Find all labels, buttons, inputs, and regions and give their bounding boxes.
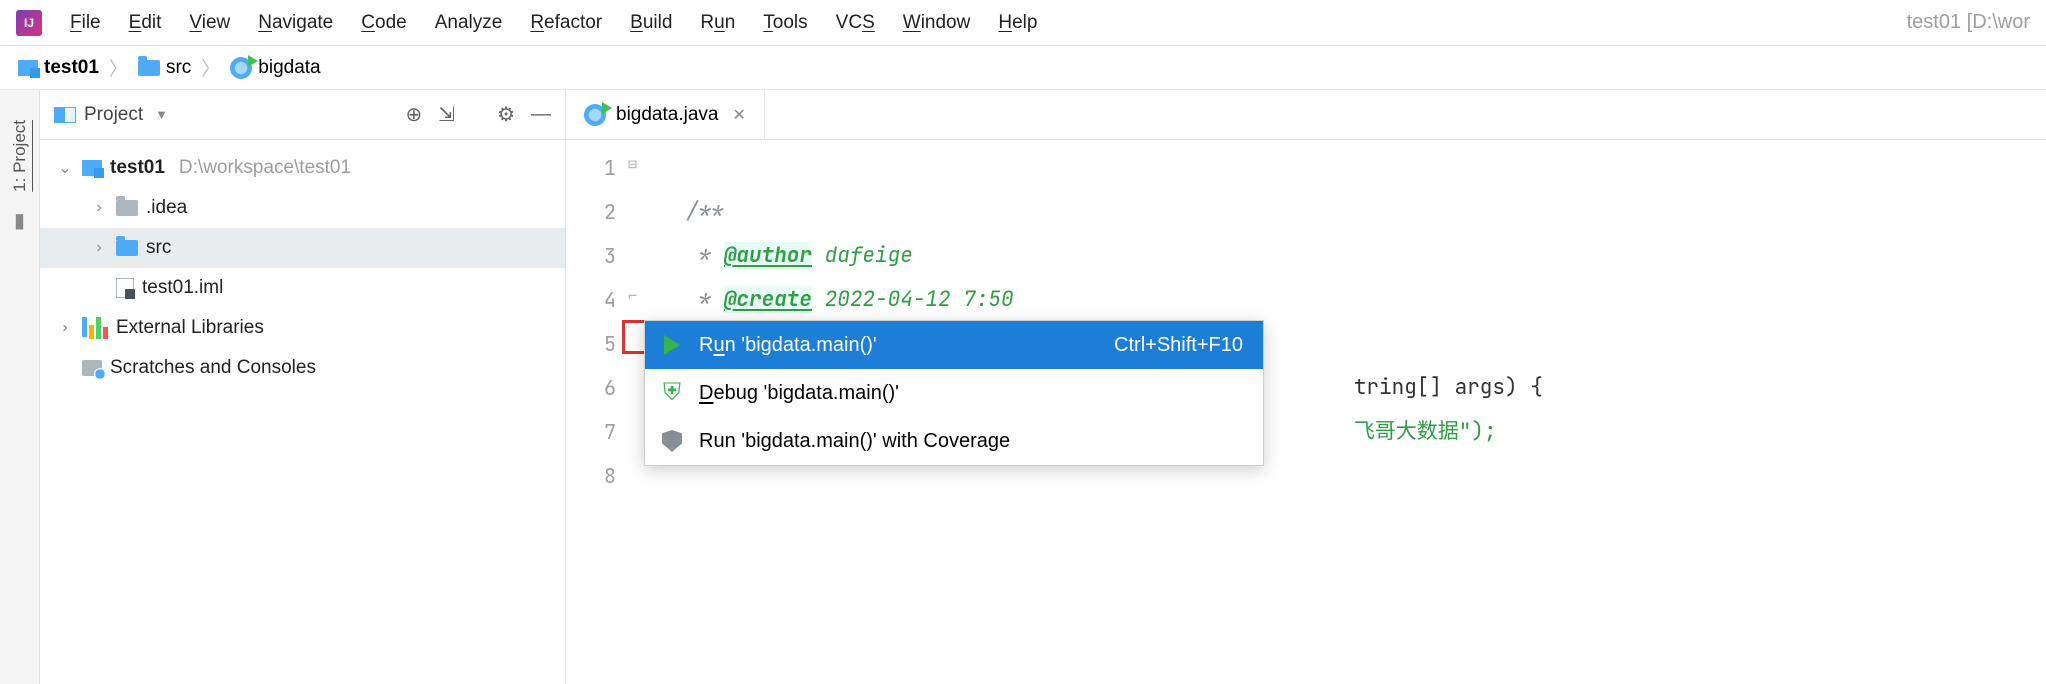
breadcrumb-separator: 〉	[109, 54, 128, 81]
editor-tabs: bigdata.java ✕	[566, 90, 2046, 140]
module-icon	[18, 60, 38, 76]
menu-refactor[interactable]: Refactor	[530, 12, 602, 34]
folder-icon: ▮	[14, 208, 25, 233]
javadoc-create-value: 2022-04-12 7:50	[812, 286, 1014, 313]
debug-icon: ⛨	[663, 379, 681, 407]
tree-node-external-libs[interactable]: › External Libraries	[40, 308, 565, 348]
breadcrumb: test01 〉 src 〉 bigdata	[0, 46, 2046, 90]
fold-toggle-icon[interactable]: ⊟	[628, 154, 637, 174]
project-view-selector[interactable]: Project ▼	[54, 104, 168, 126]
menu-analyze[interactable]: Analyze	[435, 12, 503, 34]
tree-node-idea[interactable]: › .idea	[40, 188, 565, 228]
menu-window[interactable]: Window	[903, 12, 971, 34]
chevron-down-icon: ⌄	[56, 158, 74, 178]
menu-build[interactable]: Build	[630, 12, 672, 34]
project-tree[interactable]: ⌄ test01 D:\workspace\test01 › .idea › s…	[40, 140, 565, 396]
menu-code[interactable]: Code	[361, 12, 406, 34]
settings-button[interactable]: ⚙	[497, 102, 515, 127]
menu-item-coverage[interactable]: Run 'bigdata.main()' with Coverage	[645, 417, 1263, 465]
menu-bar: IJ File Edit View Navigate Code Analyze …	[0, 0, 2046, 46]
breadcrumb-class[interactable]: bigdata	[230, 57, 320, 79]
menu-vcs[interactable]: VCS	[836, 12, 875, 34]
folder-icon	[138, 60, 160, 76]
chevron-right-icon: ›	[90, 239, 108, 257]
breadcrumb-src[interactable]: src	[138, 57, 191, 79]
menu-view[interactable]: View	[189, 12, 230, 34]
menu-run[interactable]: Run	[700, 12, 735, 34]
tree-node-project-root[interactable]: ⌄ test01 D:\workspace\test01	[40, 148, 565, 188]
keyboard-shortcut: Ctrl+Shift+F10	[1114, 334, 1243, 357]
code-text: /**	[686, 198, 724, 225]
hide-button[interactable]: —	[531, 103, 551, 126]
code-text: *	[686, 286, 724, 313]
external-libraries-icon	[82, 317, 108, 339]
close-tab-button[interactable]: ✕	[732, 105, 745, 125]
menu-edit[interactable]: Edit	[129, 12, 162, 34]
collapse-all-button[interactable]: ⇲	[438, 102, 455, 127]
project-tool-window: Project ▼ ⊕ ⇲ ⚙ — ⌄ test01 D:\workspace\…	[40, 90, 566, 684]
javadoc-create-tag: @create	[724, 286, 812, 313]
locate-button[interactable]: ⊕	[406, 102, 423, 127]
chevron-right-icon: ›	[90, 199, 108, 217]
module-icon	[82, 160, 102, 176]
code-text: 飞哥大数据");	[1354, 418, 1497, 445]
menu-item-run[interactable]: Run 'bigdata.main()' Ctrl+Shift+F10	[645, 321, 1263, 369]
fold-end-icon: ⌐	[628, 286, 637, 306]
run-icon	[664, 335, 680, 355]
code-text: *	[686, 242, 724, 269]
iml-file-icon	[116, 278, 134, 298]
class-runnable-icon	[230, 57, 252, 79]
tree-node-src[interactable]: › src	[40, 228, 565, 268]
main-area: 1: Project ▮ Project ▼ ⊕ ⇲ ⚙ — ⌄ test01 …	[0, 90, 2046, 684]
chevron-down-icon: ▼	[155, 107, 168, 122]
project-view-icon	[54, 107, 76, 123]
chevron-right-icon: ›	[56, 319, 74, 337]
code-text: tring[] args) {	[1354, 374, 1543, 401]
scratches-icon	[82, 360, 102, 376]
breadcrumb-project[interactable]: test01	[18, 57, 99, 79]
source-folder-icon	[116, 240, 138, 256]
coverage-icon	[662, 430, 682, 452]
menu-tools[interactable]: Tools	[763, 12, 807, 34]
javadoc-author-tag: @author	[724, 242, 812, 269]
folder-icon	[116, 200, 138, 216]
menu-navigate[interactable]: Navigate	[258, 12, 333, 34]
app-logo: IJ	[16, 10, 42, 36]
editor-tab-bigdata[interactable]: bigdata.java ✕	[566, 90, 765, 139]
class-runnable-icon	[584, 104, 606, 126]
window-title-path: test01 [D:\wor	[1907, 11, 2030, 34]
javadoc-author-value: dafeige	[812, 242, 913, 269]
tree-node-iml[interactable]: › test01.iml	[40, 268, 565, 308]
project-panel-header: Project ▼ ⊕ ⇲ ⚙ —	[40, 90, 565, 140]
breadcrumb-separator: 〉	[201, 54, 220, 81]
context-menu: Run 'bigdata.main()' Ctrl+Shift+F10 ⛨ De…	[644, 320, 1264, 466]
menu-item-debug[interactable]: ⛨ Debug 'bigdata.main()'	[645, 369, 1263, 417]
editor-area: bigdata.java ✕ 1 2 3 4 5 6 7 8 ⊟ ⌐	[566, 90, 2046, 684]
menu-file[interactable]: File	[70, 12, 101, 34]
line-number-gutter: 1 2 3 4 5 6 7 8	[566, 140, 626, 684]
tree-node-scratches[interactable]: › Scratches and Consoles	[40, 348, 565, 388]
code-editor[interactable]: 1 2 3 4 5 6 7 8 ⊟ ⌐ /** * @author dafeig…	[566, 140, 2046, 684]
tool-window-tab-project[interactable]: 1: Project	[10, 120, 30, 192]
menu-help[interactable]: Help	[998, 12, 1037, 34]
left-tool-strip: 1: Project ▮	[0, 90, 40, 684]
